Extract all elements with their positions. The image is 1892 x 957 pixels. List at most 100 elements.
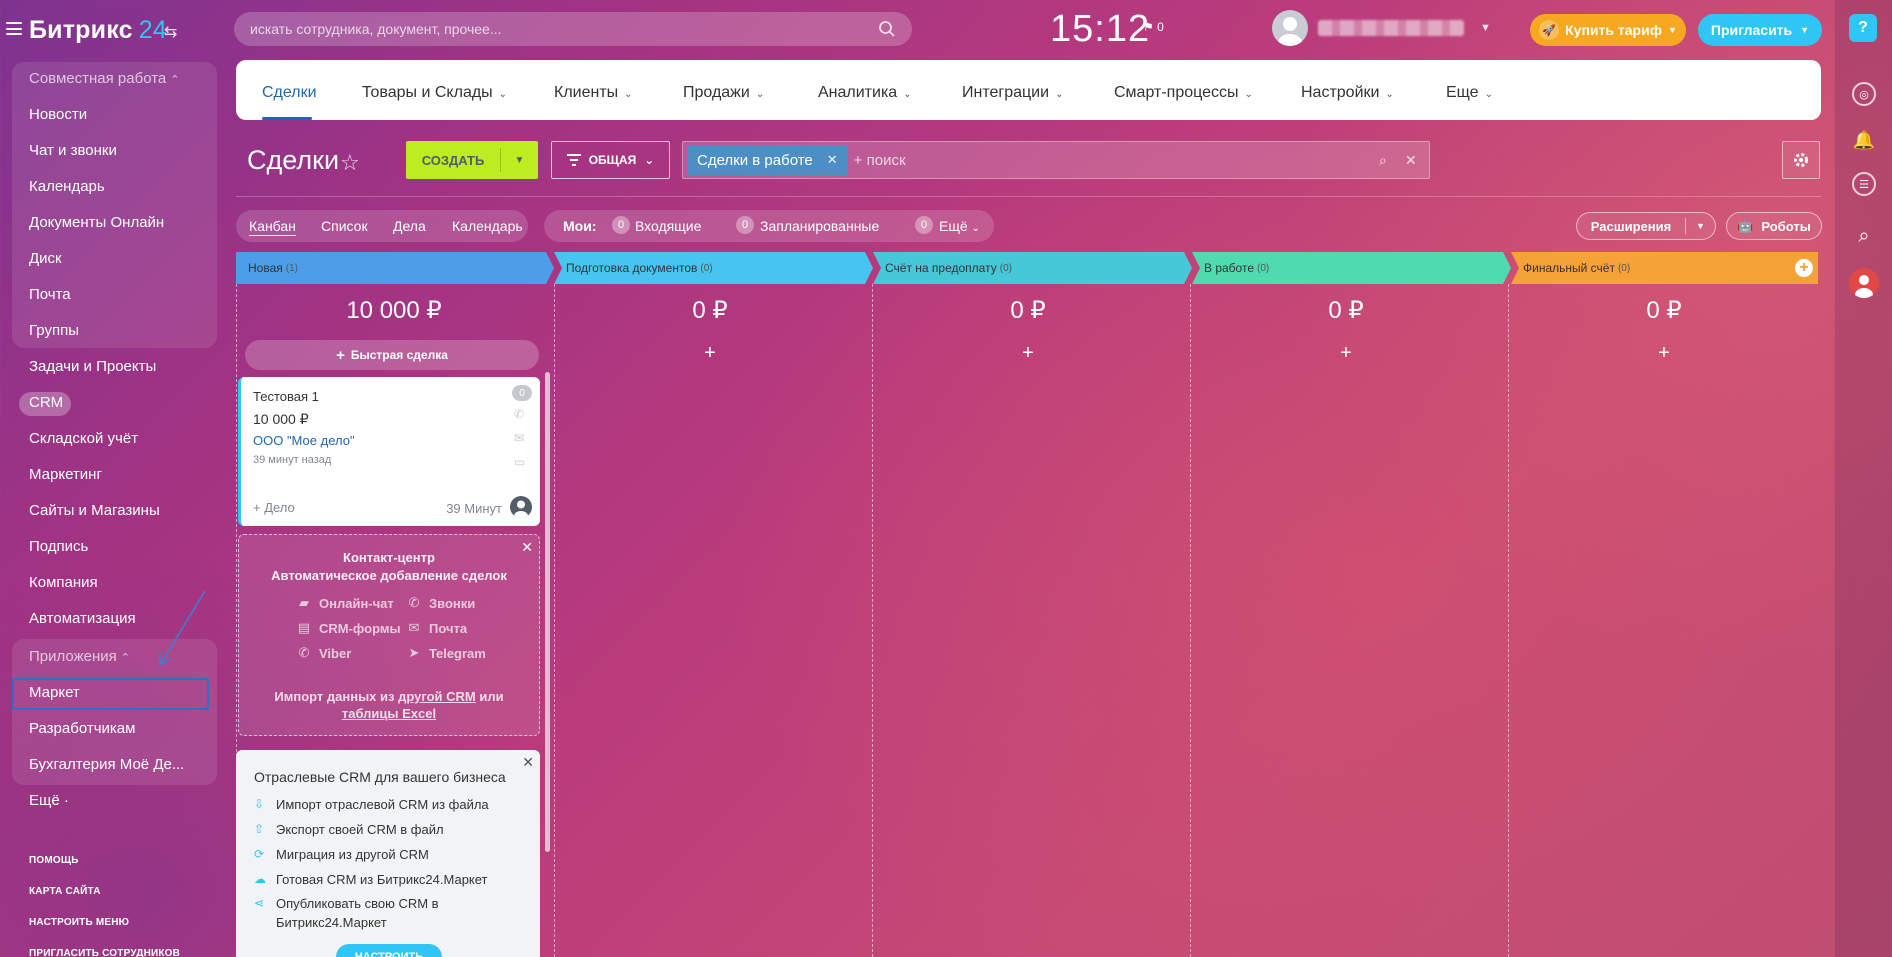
search-input[interactable] [250, 21, 878, 37]
cc-crm-forms[interactable]: ▤ CRM-формы [295, 620, 401, 636]
tab-smart-processes[interactable]: Смарт-процессы ⌄ [1114, 84, 1253, 102]
close-icon[interactable]: ✕ [827, 152, 838, 168]
deal-card[interactable]: Тестовая 1 0 10 000 ₽ ООО "Мое дело" 39 … [238, 377, 540, 526]
menu-item-developers[interactable]: Разработчикам [29, 720, 135, 737]
cc-calls[interactable]: ✆ Звонки [405, 595, 476, 611]
menu-item-disk[interactable]: Диск [29, 250, 62, 267]
menu-item-marketing[interactable]: Маркетинг [29, 466, 102, 483]
add-deal-plus-icon[interactable]: + [1509, 342, 1819, 365]
counter-more[interactable]: Ещё ⌄ [939, 218, 980, 234]
quick-deal-button[interactable]: + Быстрая сделка [245, 340, 539, 370]
tab-integrations[interactable]: Интеграции ⌄ [962, 84, 1063, 102]
add-deal-plus-icon[interactable]: + [555, 342, 865, 365]
close-icon[interactable]: ✕ [522, 754, 534, 771]
stage-docs[interactable]: Подготовка документов (0) [554, 252, 713, 284]
chat-icon[interactable]: ☰ [1852, 172, 1876, 196]
tab-more[interactable]: Еще ⌄ [1446, 84, 1493, 102]
star-icon[interactable]: ☆ [340, 150, 360, 176]
menu-item-automation[interactable]: Автоматизация [29, 610, 136, 627]
menu-item-docs[interactable]: Документы Онлайн [29, 214, 164, 231]
buy-tariff-button[interactable]: 🚀 Купить тариф ▼ [1530, 14, 1686, 46]
invite-button[interactable]: Пригласить ▼ [1698, 14, 1822, 46]
deal-company-link[interactable]: ООО "Мое дело" [253, 433, 355, 448]
menu-item-chat[interactable]: Чат и звонки [29, 142, 117, 159]
tab-sales[interactable]: Продажи ⌄ [683, 84, 764, 102]
mail-icon[interactable]: ✉ [514, 431, 530, 445]
link-help[interactable]: ПОМОЩЬ [29, 855, 79, 866]
stage-invoice[interactable]: Счёт на предоплату (0) [873, 252, 1012, 284]
logo-settings-icon[interactable]: ⇆ [164, 22, 177, 42]
industry-crm-item[interactable]: ⇩ Импорт отраслевой CRM из файла [254, 797, 489, 812]
search-icon[interactable] [878, 20, 896, 38]
cc-import-other-crm-link[interactable]: другой CRM [398, 689, 476, 704]
settings-button[interactable] [1782, 141, 1820, 179]
menu-item-company[interactable]: Компания [29, 574, 98, 591]
industry-crm-item[interactable]: ⇧ Экспорт своей CRM в файл [254, 822, 444, 837]
counter-planned[interactable]: Запланированные [760, 218, 879, 234]
chevron-down-icon[interactable]: ▼ [1480, 22, 1491, 34]
tab-analytics[interactable]: Аналитика ⌄ [818, 84, 912, 102]
menu-item-mail[interactable]: Почта [29, 286, 71, 303]
tab-products[interactable]: Товары и Склады ⌄ [362, 84, 507, 102]
stage-work[interactable]: В работе (0) [1192, 252, 1269, 284]
cc-online-chat[interactable]: ▰ Онлайн-чат [295, 595, 394, 611]
view-calendar[interactable]: Календарь [452, 218, 523, 234]
cc-viber[interactable]: ✆ Viber [295, 645, 352, 661]
view-activities[interactable]: Дела [393, 218, 426, 234]
menu-group-collab-header[interactable]: Совместная работа ⌃ [29, 70, 179, 87]
menu-item-sites[interactable]: Сайты и Магазины [29, 502, 160, 519]
menu-group-apps-header[interactable]: Приложения ⌃ [29, 648, 130, 665]
filter-chip[interactable]: Сделки в работе ✕ [687, 145, 848, 175]
industry-crm-item[interactable]: ⟳ Миграция из другой CRM [254, 847, 429, 862]
view-list[interactable]: Список [321, 218, 368, 234]
industry-crm-item[interactable]: ☁ Готовая CRM из Битрикс24.Маркет [254, 872, 488, 887]
menu-item-tasks[interactable]: Задачи и Проекты [29, 358, 156, 375]
clock[interactable]: 15:12 [1050, 8, 1150, 51]
menu-toggle-icon[interactable] [6, 22, 22, 35]
filter-input[interactable] [853, 151, 1354, 169]
phone-icon[interactable]: ✆ [514, 407, 530, 421]
link-invite-employees[interactable]: ПРИГЛАСИТЬ СОТРУДНИКОВ [29, 948, 180, 957]
logo[interactable]: Битрикс 24 [29, 16, 167, 45]
robots-button[interactable]: 🤖 Роботы [1726, 212, 1822, 240]
global-search[interactable] [234, 12, 912, 46]
close-icon[interactable]: ✕ [1405, 152, 1417, 169]
bell-icon[interactable]: 🔔 [1852, 128, 1876, 152]
configure-button[interactable]: НАСТРОИТЬ [336, 944, 442, 957]
chevron-down-icon[interactable]: ▼ [1686, 221, 1715, 231]
menu-item-more[interactable]: Ещё · [29, 792, 69, 809]
flag-counter[interactable]: ⚑ 0 [1143, 20, 1164, 34]
deal-title[interactable]: Тестовая 1 [253, 389, 319, 404]
menu-item-groups[interactable]: Группы [29, 322, 79, 339]
add-stage-icon[interactable]: + [1795, 259, 1813, 277]
user-avatar[interactable] [1272, 10, 1308, 46]
menu-item-crm[interactable]: CRM [29, 394, 63, 411]
menu-item-calendar[interactable]: Календарь [29, 178, 105, 195]
search-icon[interactable]: ⌕ [1852, 224, 1876, 248]
add-activity-link[interactable]: + Дело [253, 500, 295, 515]
menu-item-sign[interactable]: Подпись [29, 538, 88, 555]
responsible-avatar[interactable] [510, 496, 532, 518]
menu-item-inventory[interactable]: Складской учёт [29, 430, 138, 447]
link-sitemap[interactable]: КАРТА САЙТА [29, 886, 101, 897]
user-name-blurred[interactable] [1318, 20, 1464, 36]
scrollbar-thumb[interactable] [545, 372, 550, 852]
industry-crm-item[interactable]: ⋖ Опубликовать свою CRM в [254, 896, 439, 911]
menu-item-accounting[interactable]: Бухгалтерия Моё Де... [29, 756, 184, 773]
filter-search[interactable]: Сделки в работе ✕ ⌕ ✕ [682, 141, 1430, 179]
industry-crm-item[interactable]: Битрикс24.Маркет [254, 915, 387, 930]
chevron-down-icon[interactable]: ▼ [501, 155, 538, 166]
menu-item-market[interactable]: Маркет [29, 684, 80, 701]
cc-telegram[interactable]: ➤ Telegram [405, 645, 486, 661]
cc-mail[interactable]: ✉ Почта [405, 620, 468, 636]
extensions-button[interactable]: Расширения ▼ [1576, 212, 1716, 240]
tab-clients[interactable]: Клиенты ⌄ [554, 84, 633, 102]
add-deal-plus-icon[interactable]: + [873, 342, 1183, 365]
category-button[interactable]: ОБЩАЯ ⌄ [551, 141, 670, 179]
menu-item-news[interactable]: Новости [29, 106, 87, 123]
create-button[interactable]: СОЗДАТЬ ▼ [406, 141, 538, 179]
help-icon[interactable]: ? [1849, 14, 1877, 42]
cc-import-excel-link[interactable]: таблицы Excel [342, 706, 436, 721]
chat-icon[interactable]: ▭ [514, 455, 530, 469]
add-deal-plus-icon[interactable]: + [1191, 342, 1501, 365]
